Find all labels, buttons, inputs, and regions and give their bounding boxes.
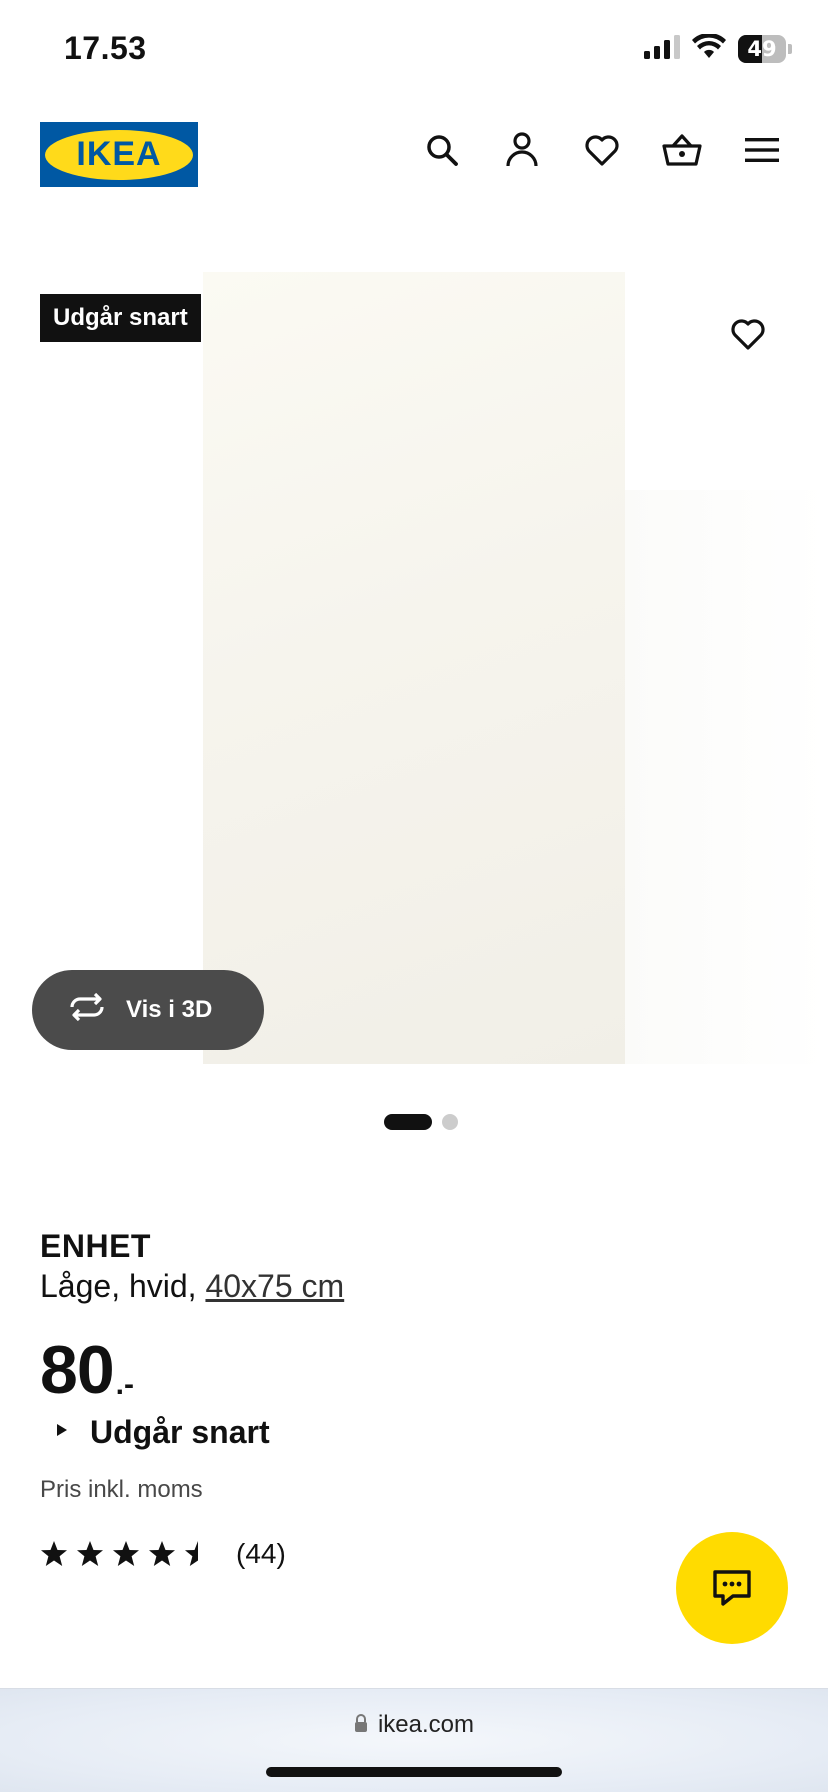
signal-icon — [644, 34, 680, 64]
heart-icon[interactable] — [582, 130, 622, 170]
gallery-pagination[interactable] — [0, 1112, 828, 1132]
url-display[interactable]: ikea.com — [0, 1711, 828, 1739]
header-icons — [422, 130, 782, 170]
review-count[interactable]: (44) — [236, 1538, 286, 1570]
logo-text: IKEA — [76, 135, 162, 173]
add-to-favourites-button[interactable] — [726, 312, 770, 356]
view-3d-button[interactable]: Vis i 3D — [32, 970, 264, 1050]
heart-icon — [731, 319, 765, 350]
battery-nub — [788, 44, 792, 54]
wifi-icon — [692, 32, 726, 65]
next-image-preview — [625, 490, 828, 1064]
product-gallery[interactable]: Udgår snart Vis i 3D — [0, 270, 828, 1070]
star-icon — [77, 1541, 103, 1566]
ikea-logo[interactable]: IKEA — [40, 122, 198, 187]
product-price: 80 .- — [40, 1336, 134, 1404]
url-text: ikea.com — [377, 1711, 475, 1738]
product-size-link[interactable]: 40x75 cm — [205, 1268, 344, 1304]
product-type: Låge, hvid, — [40, 1268, 197, 1304]
availability-toggle[interactable]: Udgår snart — [56, 1414, 270, 1451]
discontinued-badge: Udgår snart — [40, 294, 201, 342]
chat-button[interactable] — [676, 1532, 788, 1644]
vat-note: Pris inkl. moms — [40, 1476, 203, 1503]
search-icon[interactable] — [422, 130, 462, 170]
battery-level: 49 — [747, 37, 777, 61]
product-name: ENHET — [40, 1228, 151, 1264]
menu-icon[interactable] — [742, 130, 782, 170]
pagination-dot[interactable] — [384, 1114, 432, 1130]
star-icon — [113, 1541, 139, 1566]
star-icon — [149, 1541, 175, 1566]
view-3d-label: Vis i 3D — [126, 996, 213, 1023]
rotate-3d-icon — [66, 992, 108, 1028]
price-integer: 80 — [40, 1332, 115, 1408]
user-icon[interactable] — [502, 130, 542, 170]
star-icon — [185, 1541, 211, 1566]
product-description: Låge, hvid, 40x75 cm — [40, 1268, 344, 1305]
caret-right-icon — [56, 1423, 68, 1442]
status-bar: 17.53 49 — [0, 0, 828, 100]
site-header: IKEA — [0, 108, 828, 198]
product-image[interactable] — [203, 272, 625, 1064]
lock-icon — [354, 1711, 368, 1739]
rating-stars — [40, 1540, 212, 1568]
status-time: 17.53 — [64, 30, 147, 66]
chat-icon — [713, 1570, 751, 1606]
battery-indicator: 49 — [738, 35, 786, 63]
home-indicator[interactable] — [266, 1767, 562, 1777]
browser-address-bar[interactable]: ikea.com — [0, 1688, 828, 1792]
availability-text: Udgår snart — [90, 1414, 270, 1450]
basket-icon[interactable] — [662, 130, 702, 170]
star-icon — [41, 1541, 67, 1566]
product-rating[interactable]: (44) — [40, 1538, 286, 1570]
pagination-dot[interactable] — [442, 1114, 458, 1130]
status-icons: 49 — [644, 32, 792, 65]
price-suffix: .- — [115, 1368, 134, 1401]
